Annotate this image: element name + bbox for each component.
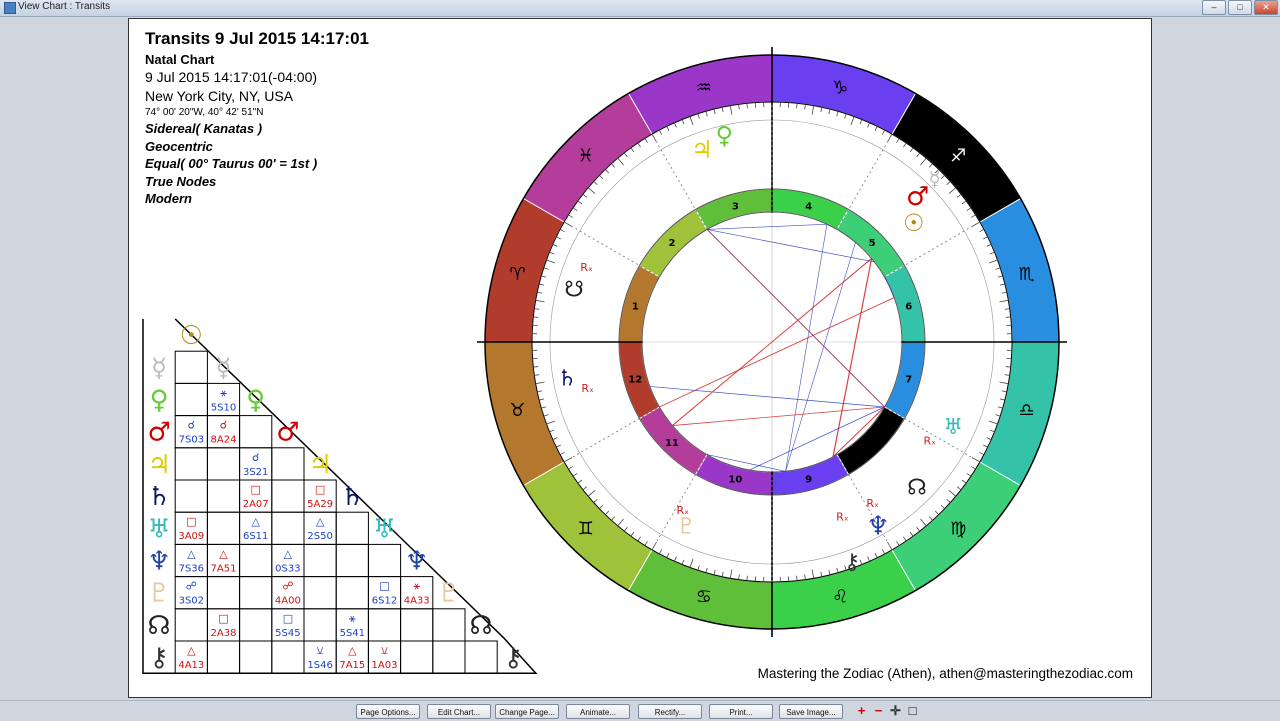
animate-button[interactable]: Animate... [566,704,630,719]
fit-icon[interactable]: □ [905,703,920,718]
zodiac-sign-glyph: ♍ [950,518,966,539]
degree-tick [797,576,798,581]
degree-tick [1006,367,1011,368]
page-options-button[interactable]: Page Options... [356,704,420,719]
house-number: 6 [905,301,912,312]
retrograde-icon: Rₓ [866,497,879,510]
retrograde-icon: Rₓ [836,510,849,523]
zoom-in-icon[interactable]: + [854,703,869,718]
house-number: 7 [905,375,912,386]
neptune-planet-icon: ♆ [866,511,889,541]
house-number: 9 [805,475,812,486]
house-number: 11 [665,438,679,449]
mars-planet-icon: ♂ [906,182,929,212]
house-number: 12 [628,375,642,386]
edit-chart-button[interactable]: Edit Chart... [427,704,491,719]
chiron-planet-icon: ⚷ [844,550,860,575]
bottom-toolbar: Page Options... Edit Chart... Change Pag… [0,700,1280,721]
house-number: 10 [728,475,742,486]
pluto-planet-icon: ♇ [676,514,696,539]
zodiac-sign-glyph: ♑ [832,77,848,98]
maximize-button[interactable]: □ [1228,0,1252,15]
house-number: 2 [668,238,675,249]
zodiac-sign-glyph: ♊ [578,518,594,539]
house-number: 8 [869,438,876,449]
house-number: 5 [869,238,876,249]
chart-canvas: Transits 9 Jul 2015 14:17:01 Natal Chart… [128,18,1152,698]
zodiac-sign-glyph: ♒ [696,77,712,98]
credit-line: Mastering the Zodiac (Athen), athen@mast… [758,666,1133,681]
zodiac-sign-glyph: ♋ [696,587,712,608]
print-button[interactable]: Print... [709,704,773,719]
uranus-planet-icon: ♅ [943,415,963,440]
retrograde-icon: Rₓ [581,382,594,395]
rectify-button[interactable]: Rectify... [638,704,702,719]
zodiac-sign-glyph: ♈ [509,264,525,285]
degree-tick [797,103,798,108]
zodiac-sign-glyph: ♉ [509,400,525,421]
sun-planet-icon: ☉ [903,209,925,237]
zoom-out-icon[interactable]: − [871,703,886,718]
save-image-button[interactable]: Save Image... [779,704,843,719]
jupiter-planet-icon: ♃ [691,135,713,163]
house-number: 1 [632,301,639,312]
venus-planet-icon: ♀ [716,121,734,149]
retrograde-icon: Rₓ [923,435,936,448]
house-number: 4 [805,201,812,212]
zodiac-sign-glyph: ♎ [1018,400,1034,421]
degree-tick [747,576,748,581]
app-icon [4,2,16,14]
window-title: View Chart : Transits [18,1,110,12]
degree-tick [533,367,538,368]
saturn-planet-icon: ♄ [557,366,577,391]
south_node-planet-icon: ☋ [564,277,584,302]
window-titlebar: View Chart : Transits – □ ✕ [0,0,1280,17]
pan-icon[interactable]: ✛ [888,703,903,718]
zodiac-sign-glyph: ♓ [578,146,594,167]
zodiac-sign-glyph: ♐ [950,146,966,167]
change-page-button[interactable]: Change Page... [495,704,559,719]
degree-tick [1006,317,1011,318]
mercury-planet-icon: ☿ [928,167,940,191]
zodiac-sign-glyph: ♏ [1018,264,1034,285]
close-button[interactable]: ✕ [1254,0,1278,15]
chart-wheel[interactable]: ♈♉♊♋♌♍♎♏♐♑♒♓123456789101112♆⚷☊♅♇♄☋♃♀☉♂☿R… [129,19,1151,697]
minimize-button[interactable]: – [1202,0,1226,15]
retrograde-icon: Rₓ [580,261,593,274]
degree-tick [533,317,538,318]
node-planet-icon: ☊ [907,475,927,500]
zodiac-sign-glyph: ♌ [832,587,848,608]
degree-tick [747,103,748,108]
retrograde-icon: Rₓ [677,504,690,517]
house-number: 3 [732,201,739,212]
